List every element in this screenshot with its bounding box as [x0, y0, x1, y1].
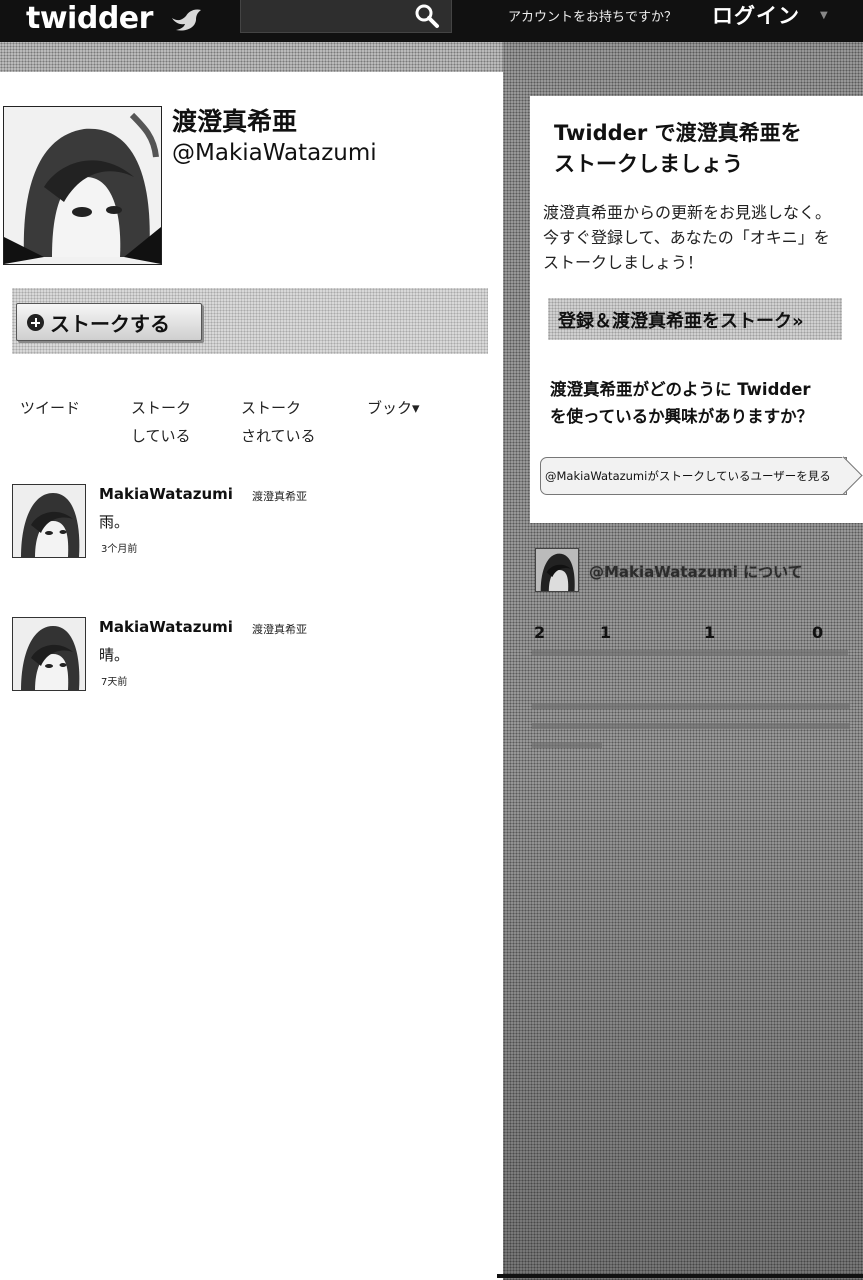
- signup-desc-line: 今すぐ登録して、あなたの「オキニ」を: [543, 228, 830, 247]
- stat-tab-stalkers[interactable]: ストーク されている: [241, 394, 316, 450]
- login-link[interactable]: ログイン: [712, 0, 800, 30]
- avatar-illustration: [13, 618, 85, 690]
- tweet-display-name: 渡澄真希亚: [252, 490, 307, 503]
- tweet-item[interactable]: MakiaWatazumi 渡澄真希亚 晴。 7天前: [12, 617, 492, 707]
- about-stat-labels-blurred: [532, 650, 848, 656]
- signup-stalk-button[interactable]: 登録＆渡澄真希亜をストーク»: [548, 298, 842, 340]
- signup-desc-line: 渡澄真希亜からの更新をお見逃しなく。: [543, 203, 832, 222]
- about-stat-value[interactable]: 0: [812, 623, 823, 642]
- tweet-avatar[interactable]: [12, 484, 86, 558]
- stat-tab-label: ストーク: [131, 399, 192, 417]
- stat-tab-label: されている: [241, 427, 316, 445]
- about-title[interactable]: @MakiaWatazumi について: [589, 561, 803, 582]
- twidder-logo[interactable]: twidder: [26, 2, 153, 38]
- about-bio-blurred-line: [532, 742, 602, 748]
- profile-display-name: 渡澄真希亜: [172, 107, 298, 136]
- stat-tab-stalking[interactable]: ストーク している: [131, 394, 191, 450]
- signup-title-line: Twidder で渡澄真希亜を: [554, 121, 802, 145]
- stat-tab-label: ツイード: [20, 399, 81, 417]
- curious-line: を使っているか興味がありますか？: [550, 407, 814, 426]
- view-following-link[interactable]: @MakiaWatazumiがストークしているユーザーを見る: [540, 457, 847, 495]
- stalk-button[interactable]: ストークする: [16, 303, 202, 341]
- tweet-text: 雨。: [99, 513, 130, 531]
- signup-title: Twidder で渡澄真希亜を ストークしましょう: [554, 118, 854, 180]
- view-following-label: @MakiaWatazumiがストークしているユーザーを見る: [545, 469, 831, 483]
- signup-button-label: 登録＆渡澄真希亜をストーク»: [558, 311, 804, 332]
- tweet-timestamp[interactable]: 3个月前: [101, 540, 137, 555]
- stat-tab-label: している: [131, 427, 191, 445]
- sidebar-shade: [503, 760, 863, 1280]
- about-bio-blurred-line: [532, 703, 850, 709]
- footer-divider: [497, 1274, 863, 1278]
- signup-title-line: ストークしましょう: [554, 152, 743, 176]
- plus-circle-icon: [27, 314, 44, 331]
- top-navigation-bar: twidder アカウントをお持ちですか？ ログイン ▼: [0, 0, 863, 43]
- stat-tab-label: ブック▾: [367, 399, 420, 417]
- about-stat-value[interactable]: 1: [704, 623, 715, 642]
- tweet-text: 晴。: [99, 646, 130, 664]
- tweet-timestamp[interactable]: 7天前: [101, 673, 127, 688]
- tweet-username[interactable]: MakiaWatazumi: [99, 618, 233, 636]
- profile-handle: @MakiaWatazumi: [172, 140, 377, 166]
- tweet-username[interactable]: MakiaWatazumi: [99, 485, 233, 503]
- profile-avatar: [3, 106, 162, 265]
- avatar-illustration: [4, 107, 161, 264]
- tweet-avatar[interactable]: [12, 617, 86, 691]
- search-icon[interactable]: [412, 2, 442, 30]
- avatar-illustration: [13, 485, 85, 557]
- curious-heading: 渡澄真希亜がどのように Twidder を使っているか興味がありますか？: [550, 376, 860, 430]
- about-stat-value[interactable]: 1: [600, 623, 611, 642]
- tweet-display-name: 渡澄真希亚: [252, 623, 307, 636]
- about-bio-blurred-line: [532, 723, 850, 729]
- curious-line: 渡澄真希亜がどのように Twidder: [550, 380, 811, 399]
- avatar-illustration: [536, 549, 578, 591]
- stat-tab-book[interactable]: ブック▾: [367, 394, 420, 422]
- about-avatar[interactable]: [535, 548, 579, 592]
- stalk-button-label: ストークする: [50, 312, 170, 336]
- bird-logo-icon: [172, 9, 201, 31]
- stat-tab-tweets[interactable]: ツイード: [20, 394, 80, 422]
- login-question-text: アカウントをお持ちですか？: [508, 10, 678, 25]
- tweet-item[interactable]: MakiaWatazumi 渡澄真希亚 雨。 3个月前: [12, 484, 492, 574]
- stat-tab-label: ストーク: [241, 399, 302, 417]
- chevron-down-icon[interactable]: ▼: [820, 10, 828, 21]
- about-stat-value[interactable]: 2: [534, 623, 545, 642]
- signup-panel: Twidder で渡澄真希亜を ストークしましょう 渡澄真希亜からの更新をお見逃…: [530, 96, 863, 523]
- signup-description: 渡澄真希亜からの更新をお見逃しなく。 今すぐ登録して、あなたの「オキニ」を スト…: [543, 200, 861, 275]
- signup-desc-line: ストークしましょう！: [543, 253, 704, 272]
